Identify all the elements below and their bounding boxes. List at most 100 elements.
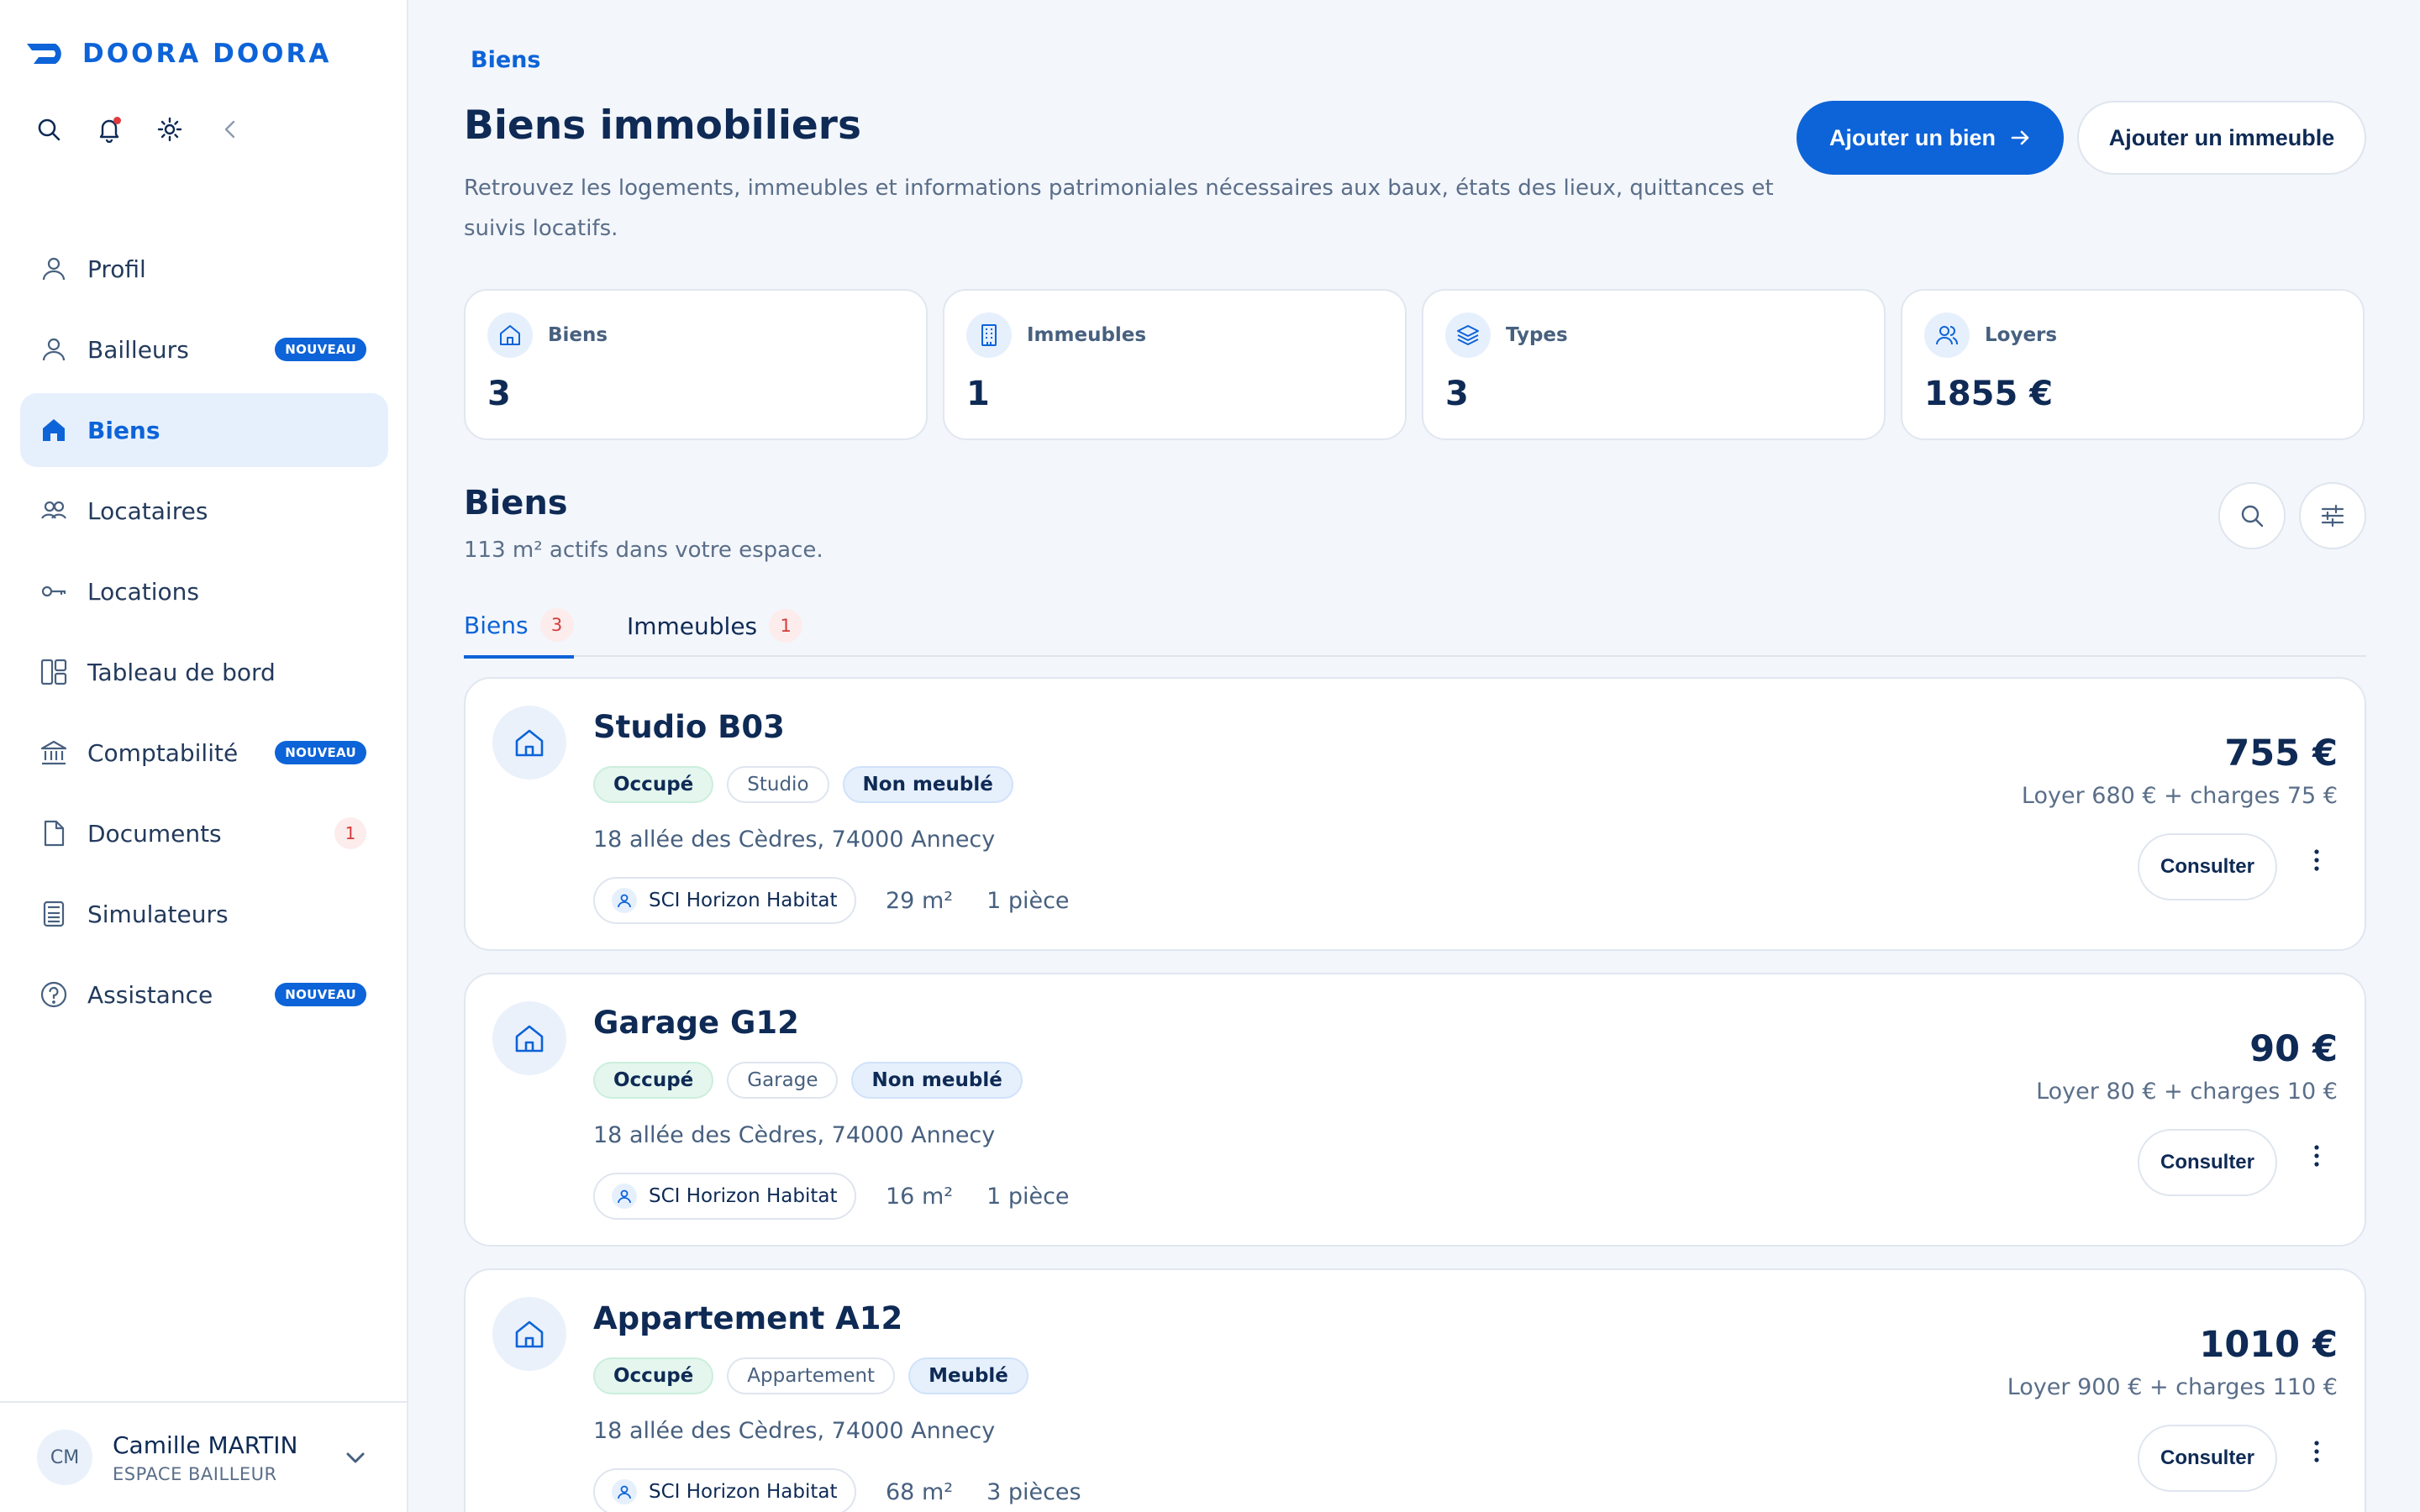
user-icon (612, 888, 637, 913)
owner-name: SCI Horizon Habitat (649, 1481, 838, 1503)
tab-count: 1 (769, 609, 803, 643)
furnishing-badge: Non meublé (851, 1062, 1023, 1099)
home-icon (492, 706, 566, 780)
brand-logo[interactable]: DOORA DOORA (25, 39, 331, 69)
user-role: ESPACE BAILLEUR (113, 1463, 277, 1484)
user-menu[interactable]: CM Camille MARTIN ESPACE BAILLEUR (0, 1401, 408, 1512)
help-icon (39, 979, 69, 1010)
documents-count-badge: 1 (334, 817, 366, 849)
new-badge: NOUVEAU (275, 741, 366, 764)
sidebar-item-bailleurs[interactable]: Bailleurs NOUVEAU (20, 312, 388, 386)
property-address: 18 allée des Cèdres, 74000 Annecy (593, 1418, 996, 1444)
arrow-right-icon (2011, 130, 2029, 145)
stat-card-biens: Biens 3 (464, 289, 928, 440)
stat-value: 1855 € (1924, 375, 2054, 413)
sidebar-item-biens[interactable]: Biens (20, 393, 388, 467)
more-vertical-icon[interactable] (2304, 1139, 2329, 1173)
sun-icon[interactable] (156, 116, 183, 143)
key-icon (39, 576, 69, 606)
user-icon (39, 254, 69, 284)
more-vertical-icon[interactable] (2304, 843, 2329, 877)
home-icon (492, 1001, 566, 1075)
sidebar-item-assistance[interactable]: Assistance NOUVEAU (20, 958, 388, 1032)
owner-name: SCI Horizon Habitat (649, 1185, 838, 1207)
type-badge: Garage (727, 1062, 839, 1099)
more-vertical-icon[interactable] (2304, 1435, 2329, 1468)
add-property-button[interactable]: Ajouter un bien (1797, 101, 2064, 175)
tab-biens[interactable]: Biens 3 (464, 595, 574, 659)
status-badge: Occupé (593, 766, 714, 803)
bell-icon[interactable] (96, 116, 123, 143)
property-price: 755 € (2224, 732, 2338, 774)
sidebar-item-comptabilite[interactable]: Comptabilité NOUVEAU (20, 716, 388, 790)
property-rent-detail: Loyer 80 € + charges 10 € (2036, 1079, 2338, 1105)
property-title[interactable]: Garage G12 (593, 1005, 799, 1041)
home-icon (39, 415, 69, 445)
chevron-left-icon[interactable] (217, 116, 244, 143)
property-surface: 29 m² (886, 887, 954, 914)
logo-mark-icon (27, 44, 61, 64)
section-title: Biens (464, 484, 568, 522)
sidebar-item-label: Bailleurs (87, 335, 189, 364)
property-address: 18 allée des Cèdres, 74000 Annecy (593, 827, 996, 853)
page-description: Retrouvez les logements, immeubles et in… (464, 176, 1774, 241)
chevron-down-icon[interactable] (341, 1443, 370, 1472)
status-badge: Occupé (593, 1357, 714, 1394)
property-surface: 68 m² (886, 1478, 954, 1505)
sidebar-item-simulateurs[interactable]: Simulateurs (20, 877, 388, 951)
property-surface: 16 m² (886, 1183, 954, 1210)
property-title[interactable]: Studio B03 (593, 709, 785, 745)
sidebar-item-profil[interactable]: Profil (20, 232, 388, 306)
tab-immeubles[interactable]: Immeubles 1 (627, 595, 803, 657)
user-icon (612, 1479, 637, 1504)
owner-chip[interactable]: SCI Horizon Habitat (593, 1468, 856, 1512)
property-meta: 16 m² 1 pièce (886, 1174, 1070, 1218)
search-icon[interactable] (35, 116, 62, 143)
sidebar-item-tableau-de-bord[interactable]: Tableau de bord (20, 635, 388, 709)
filter-button[interactable] (2299, 482, 2366, 549)
consult-button[interactable]: Consulter (2138, 1129, 2277, 1196)
furnishing-badge: Meublé (908, 1357, 1028, 1394)
brand-name: DOORA DOORA (82, 39, 332, 69)
consult-button[interactable]: Consulter (2138, 1425, 2277, 1492)
property-card[interactable]: Appartement A12 Occupé Appartement Meubl… (464, 1268, 2366, 1512)
page-title: Biens immobiliers (464, 102, 861, 149)
owner-chip[interactable]: SCI Horizon Habitat (593, 877, 856, 924)
tab-label: Biens (464, 611, 529, 639)
property-tags: Occupé Studio Non meublé (593, 766, 1013, 803)
property-card[interactable]: Garage G12 Occupé Garage Non meublé 18 a… (464, 973, 2366, 1247)
owner-chip[interactable]: SCI Horizon Habitat (593, 1173, 856, 1220)
property-rent-detail: Loyer 900 € + charges 110 € (2007, 1374, 2338, 1400)
consult-button[interactable]: Consulter (2138, 833, 2277, 900)
property-card[interactable]: Studio B03 Occupé Studio Non meublé 18 a… (464, 677, 2366, 951)
search-icon (2241, 505, 2264, 528)
sidebar-item-label: Documents (87, 819, 222, 848)
stat-value: 1 (966, 375, 990, 413)
sidebar-item-locations[interactable]: Locations (20, 554, 388, 628)
users-icon (1924, 312, 1970, 358)
property-rooms: 1 pièce (986, 1183, 1070, 1210)
add-building-button[interactable]: Ajouter un immeuble (2077, 101, 2366, 175)
dashboard-icon (39, 657, 69, 687)
calculator-icon (39, 899, 69, 929)
bank-icon (39, 738, 69, 768)
owner-name: SCI Horizon Habitat (649, 890, 838, 911)
stat-label: Loyers (1985, 324, 2058, 346)
document-icon (39, 818, 69, 848)
filter-icon (2321, 504, 2344, 528)
property-price: 90 € (2249, 1028, 2338, 1070)
property-rooms: 1 pièce (986, 887, 1070, 914)
search-button[interactable] (2218, 482, 2286, 549)
sidebar-item-locataires[interactable]: Locataires (20, 474, 388, 548)
property-rooms: 3 pièces (986, 1478, 1081, 1505)
building-icon (966, 312, 1012, 358)
breadcrumb[interactable]: Biens (471, 47, 540, 73)
stat-card-immeubles: Immeubles 1 (943, 289, 1407, 440)
sidebar-item-label: Assistance (87, 980, 213, 1009)
stat-value: 3 (487, 375, 511, 413)
sidebar-item-label: Locations (87, 577, 200, 606)
property-title[interactable]: Appartement A12 (593, 1300, 902, 1336)
sidebar-item-label: Profil (87, 255, 146, 283)
property-address: 18 allée des Cèdres, 74000 Annecy (593, 1122, 996, 1148)
sidebar-item-documents[interactable]: Documents 1 (20, 796, 388, 870)
